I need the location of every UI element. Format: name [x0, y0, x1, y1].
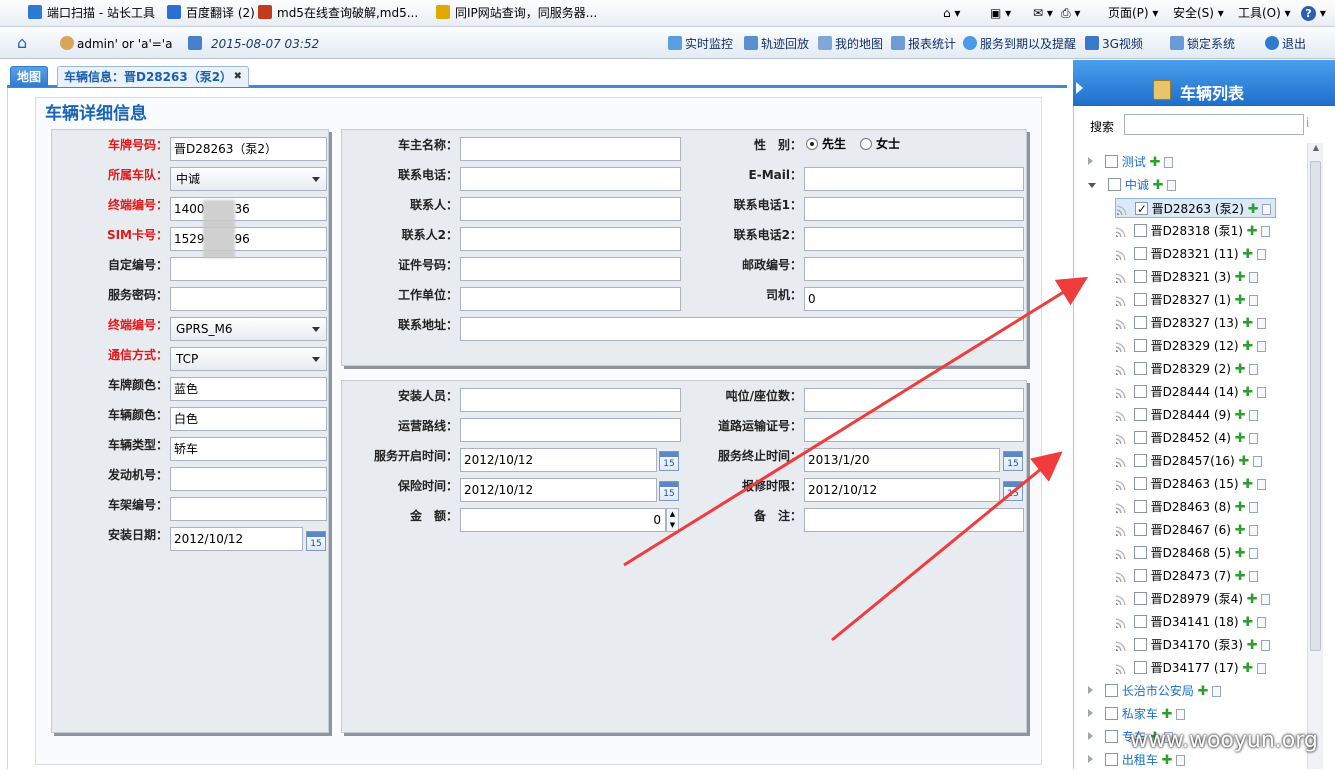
annotation-arrows [623, 276, 1089, 642]
annotation-arrow [623, 276, 1089, 567]
watermark: www.wooyun.org [1130, 728, 1318, 753]
annotation-arrow [831, 451, 1063, 642]
